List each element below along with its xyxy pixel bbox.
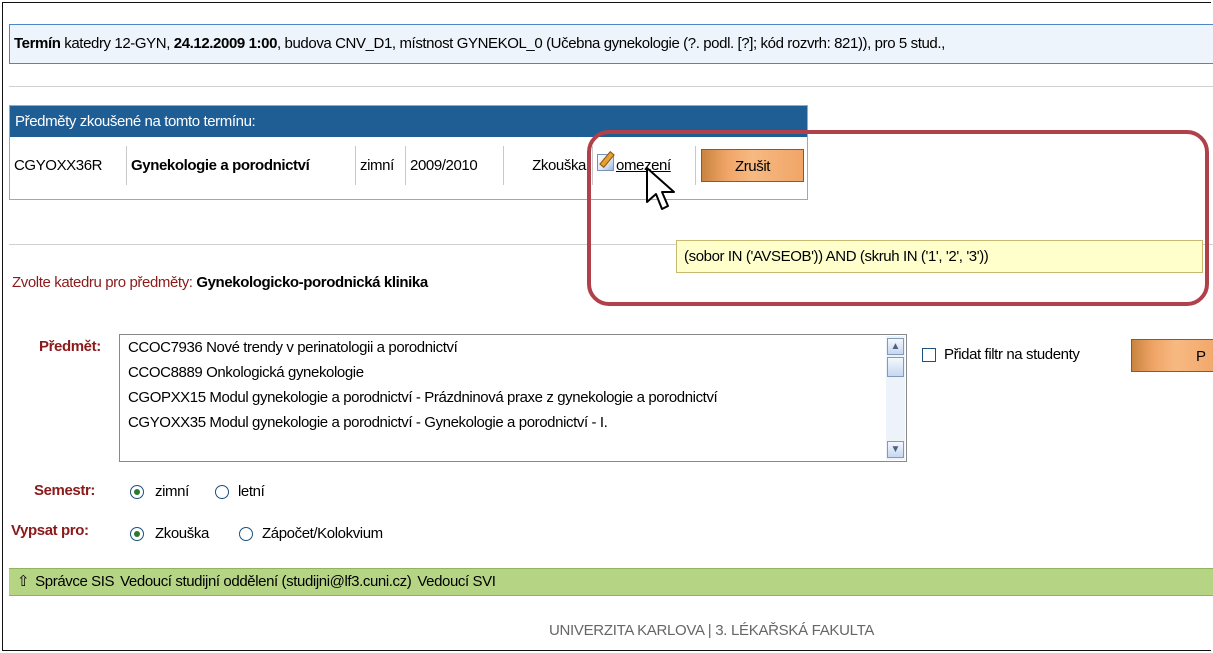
filter-button-label: P — [1195, 348, 1206, 365]
subject-name: Gynekologie a porodnictví — [127, 146, 356, 185]
department-value[interactable]: Gynekologicko-porodnická klinika — [196, 274, 428, 291]
footer-link-sis-admin[interactable]: Správce SIS — [35, 573, 114, 590]
filter-button[interactable]: P — [1131, 339, 1213, 372]
exam-radio[interactable] — [130, 527, 144, 541]
subject-type: Zkouška — [504, 146, 593, 185]
department-selector: Zvolte katedru pro předměty: Gynekologic… — [12, 274, 428, 291]
highlight-annotation — [587, 130, 1209, 306]
student-filter-label: Přidat filtr na studenty — [944, 346, 1080, 363]
subject-code: CGYOXX36R — [10, 146, 127, 185]
department-label: Zvolte katedru pro předměty: — [12, 274, 193, 291]
register-for-label: Vypsat pro: — [11, 522, 89, 539]
list-item[interactable]: CCOC7936 Nové trendy v perinatologii a p… — [120, 335, 906, 360]
footer-link-study-head[interactable]: Vedoucí studijní oddělení (studijni@lf3.… — [120, 573, 412, 590]
scroll-up-icon[interactable]: ▲ — [887, 338, 904, 355]
footer-bar: ⇧ Správce SIS Vedoucí studijní oddělení (s… — [9, 568, 1213, 596]
list-item[interactable]: CCOC8889 Onkologická gynekologie — [120, 360, 906, 385]
scroll-down-icon[interactable]: ▼ — [887, 441, 904, 458]
subject-label: Předmět: — [39, 338, 101, 355]
university-name: UNIVERZITA KARLOVA | 3. LÉKAŘSKÁ FAKULTA — [548, 622, 875, 639]
exam-term-header: Termín katedry 12-GYN, 24.12.2009 1:00, … — [9, 24, 1213, 64]
semester-summer-label: letní — [238, 483, 265, 500]
credit-label: Zápočet/Kolokvium — [262, 525, 383, 542]
list-item[interactable]: CGOPXX15 Modul gynekologie a porodnictví… — [120, 385, 906, 410]
term-text-2: , budova CNV_D1, místnost GYNEKOL_0 (Uče… — [277, 35, 945, 52]
term-text-1: katedry 12-GYN, — [60, 35, 174, 52]
exam-label: Zkouška — [155, 525, 209, 542]
subject-year: 2009/2010 — [406, 146, 504, 185]
term-label: Termín — [14, 35, 61, 52]
student-filter-checkbox[interactable] — [922, 348, 936, 362]
scroll-thumb[interactable] — [887, 357, 904, 377]
semester-summer-radio[interactable] — [215, 485, 229, 499]
credit-radio[interactable] — [239, 527, 253, 541]
term-date: 24.12.2009 1:00 — [173, 35, 278, 52]
list-item[interactable]: CGYOXX35 Modul gynekologie a porodnictví… — [120, 410, 906, 435]
divider — [9, 86, 1213, 87]
subject-listbox[interactable]: CCOC7936 Nové trendy v perinatologii a p… — [119, 334, 907, 462]
page-frame — [2, 2, 1211, 651]
listbox-scrollbar[interactable]: ▲ ▼ — [886, 336, 905, 460]
semester-winter-radio[interactable] — [130, 485, 144, 499]
up-arrow-icon[interactable]: ⇧ — [17, 573, 30, 590]
footer-link-svi-head[interactable]: Vedoucí SVI — [417, 573, 496, 590]
semester-winter-label: zimní — [155, 483, 189, 500]
subject-semester: zimní — [356, 146, 406, 185]
mouse-cursor-icon — [646, 167, 675, 210]
semester-label: Semestr: — [34, 482, 95, 499]
